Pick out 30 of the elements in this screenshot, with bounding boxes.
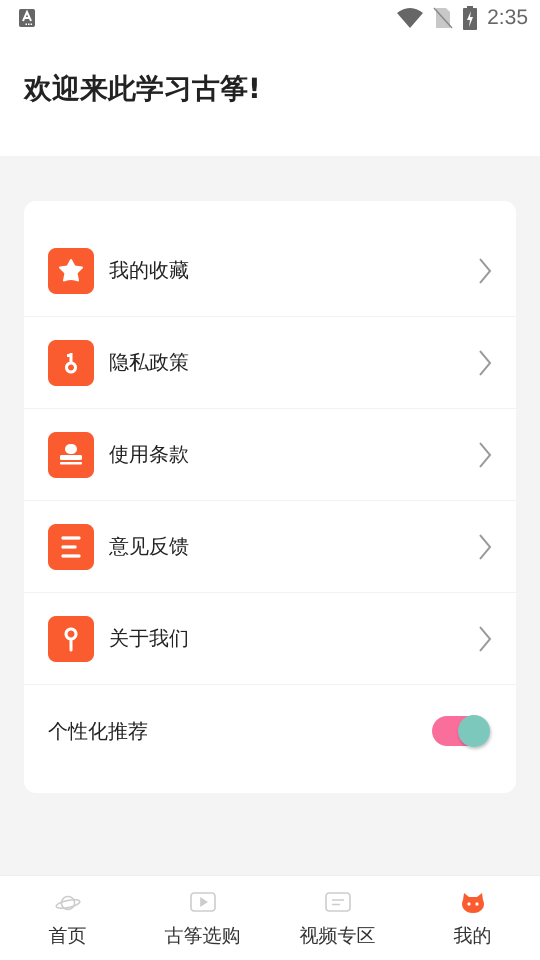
toggle-switch[interactable] — [432, 716, 488, 746]
menu-icon — [48, 340, 94, 386]
page-title: 欢迎来此学习古筝! — [24, 70, 261, 106]
menu-icon — [48, 616, 94, 662]
menu-item[interactable]: 关于我们 — [24, 593, 516, 685]
no-sim-icon — [433, 7, 454, 29]
menu-item[interactable]: 意见反馈 — [24, 501, 516, 593]
tab-icon — [460, 892, 486, 914]
menu-item[interactable]: 我的收藏 — [24, 225, 516, 317]
keyboard-icon — [19, 9, 35, 27]
menu-item[interactable]: 隐私政策 — [24, 317, 516, 409]
nav-tab[interactable]: 首页 — [0, 876, 135, 960]
nav-tab[interactable]: 古筝选购 — [135, 876, 270, 960]
chevron-right-icon — [478, 440, 492, 468]
status-time: 2:35 — [487, 6, 528, 30]
tab-icon — [324, 892, 350, 914]
chevron-right-icon — [478, 256, 492, 284]
battery-charging-icon — [463, 6, 478, 30]
menu-icon — [48, 524, 94, 570]
tab-icon — [190, 892, 216, 914]
chevron-right-icon — [478, 532, 492, 560]
setting-label: 个性化推荐 — [48, 718, 149, 744]
menu-icon — [48, 432, 94, 478]
nav-tab[interactable]: 我的 — [405, 876, 540, 960]
chevron-right-icon — [478, 624, 492, 652]
menu-icon — [48, 248, 94, 294]
wifi-icon — [397, 8, 424, 28]
nav-tab[interactable]: 视频专区 — [270, 876, 405, 960]
menu-item[interactable]: 使用条款 — [24, 409, 516, 501]
chevron-right-icon — [478, 348, 492, 376]
